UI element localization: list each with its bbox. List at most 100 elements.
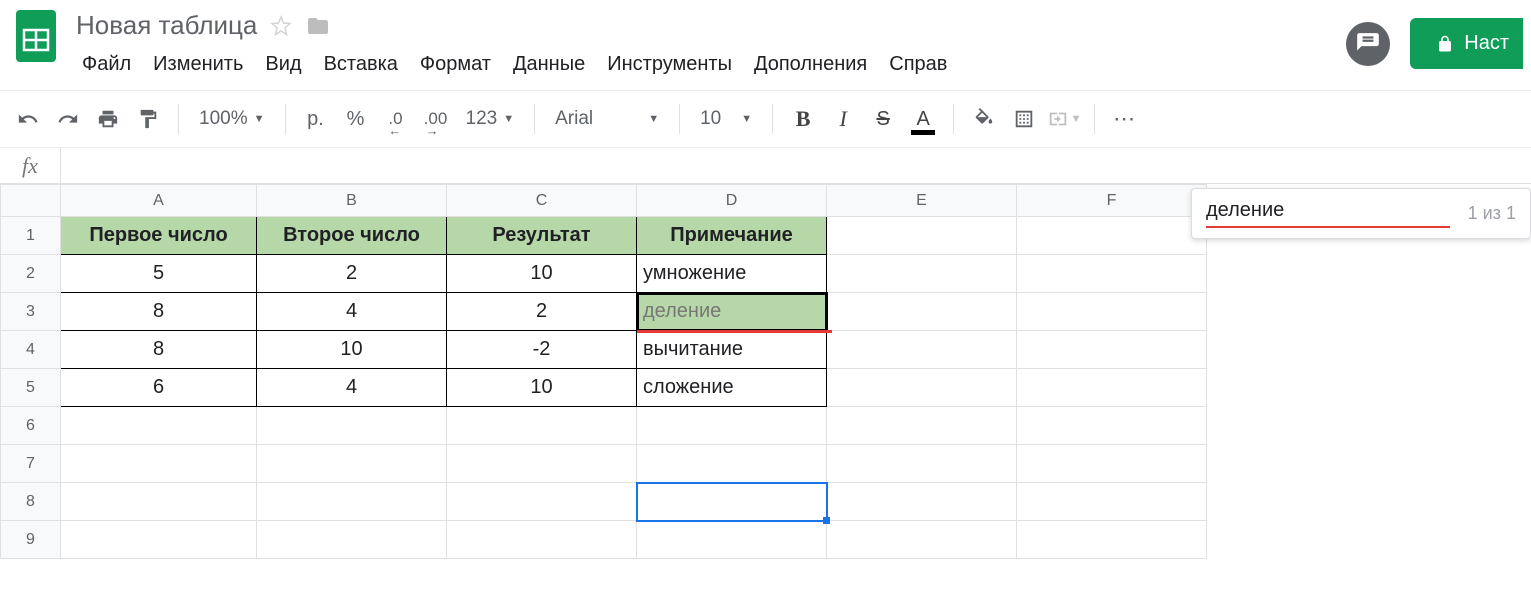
cell[interactable] — [1017, 293, 1207, 331]
borders-button[interactable] — [1006, 101, 1042, 137]
row-header[interactable]: 5 — [1, 369, 61, 407]
cell[interactable] — [827, 407, 1017, 445]
table-header[interactable]: Результат — [447, 217, 637, 255]
font-size-dropdown[interactable]: 10▼ — [692, 101, 760, 137]
menu-file[interactable]: Файл — [72, 47, 141, 82]
cell[interactable] — [61, 445, 257, 483]
row-header[interactable]: 4 — [1, 331, 61, 369]
col-header-E[interactable]: E — [827, 185, 1017, 217]
cell[interactable] — [1017, 369, 1207, 407]
menu-edit[interactable]: Изменить — [143, 47, 253, 82]
row-header[interactable]: 9 — [1, 521, 61, 559]
menu-format[interactable]: Формат — [410, 47, 501, 82]
document-title[interactable]: Новая таблица — [76, 10, 257, 41]
table-header[interactable]: Первое число — [61, 217, 257, 255]
cell[interactable] — [447, 483, 637, 521]
redo-button[interactable] — [50, 101, 86, 137]
folder-icon[interactable] — [305, 14, 331, 38]
menu-help[interactable]: Справ — [879, 47, 957, 82]
row-header[interactable]: 2 — [1, 255, 61, 293]
cell[interactable]: 4 — [257, 293, 447, 331]
row-header[interactable]: 8 — [1, 483, 61, 521]
fill-color-button[interactable] — [966, 101, 1002, 137]
merge-button[interactable]: ▼ — [1046, 101, 1082, 137]
cell[interactable] — [827, 293, 1017, 331]
cell[interactable] — [1017, 255, 1207, 293]
cell[interactable]: 8 — [61, 331, 257, 369]
cell[interactable]: 5 — [61, 255, 257, 293]
cell[interactable] — [1017, 407, 1207, 445]
cell[interactable]: 10 — [257, 331, 447, 369]
menu-addons[interactable]: Дополнения — [744, 47, 877, 82]
cell[interactable] — [1017, 445, 1207, 483]
cell[interactable] — [637, 407, 827, 445]
strikethrough-button[interactable]: S — [865, 101, 901, 137]
table-header[interactable]: Второе число — [257, 217, 447, 255]
cell[interactable]: 10 — [447, 255, 637, 293]
row-header[interactable]: 1 — [1, 217, 61, 255]
fill-handle[interactable] — [823, 517, 830, 524]
select-all-corner[interactable] — [1, 185, 61, 217]
col-header-C[interactable]: C — [447, 185, 637, 217]
col-header-F[interactable]: F — [1017, 185, 1207, 217]
cell[interactable] — [637, 521, 827, 559]
increase-decimal-button[interactable]: .00→ — [418, 101, 454, 137]
cell[interactable] — [1017, 217, 1207, 255]
bold-button[interactable]: B — [785, 101, 821, 137]
cell[interactable]: 2 — [257, 255, 447, 293]
sheets-logo[interactable] — [8, 8, 64, 64]
zoom-dropdown[interactable]: 100%▼ — [191, 101, 273, 137]
cell[interactable] — [827, 521, 1017, 559]
cell[interactable] — [447, 407, 637, 445]
cell[interactable] — [827, 483, 1017, 521]
cell[interactable] — [827, 331, 1017, 369]
italic-button[interactable]: I — [825, 101, 861, 137]
cell[interactable]: вычитание — [637, 331, 827, 369]
cell[interactable] — [257, 407, 447, 445]
percent-button[interactable]: % — [338, 101, 374, 137]
paint-format-button[interactable] — [130, 101, 166, 137]
cell[interactable]: 2 — [447, 293, 637, 331]
cell[interactable] — [637, 445, 827, 483]
cell[interactable]: 6 — [61, 369, 257, 407]
menu-tools[interactable]: Инструменты — [597, 47, 742, 82]
row-header[interactable]: 7 — [1, 445, 61, 483]
comments-button[interactable] — [1346, 22, 1390, 66]
cell[interactable] — [257, 483, 447, 521]
menu-data[interactable]: Данные — [503, 47, 595, 82]
text-color-button[interactable]: A — [905, 101, 941, 137]
found-cell[interactable]: деление — [637, 293, 827, 331]
cell[interactable] — [257, 521, 447, 559]
row-header[interactable]: 6 — [1, 407, 61, 445]
cell[interactable] — [827, 369, 1017, 407]
undo-button[interactable] — [10, 101, 46, 137]
number-format-dropdown[interactable]: 123▼ — [458, 101, 523, 137]
cell[interactable]: умножение — [637, 255, 827, 293]
share-button[interactable]: Наст — [1410, 18, 1523, 69]
cell[interactable] — [827, 255, 1017, 293]
cell[interactable]: -2 — [447, 331, 637, 369]
cell[interactable] — [447, 521, 637, 559]
cell[interactable]: 10 — [447, 369, 637, 407]
cell[interactable] — [1017, 483, 1207, 521]
formula-input[interactable] — [60, 148, 1531, 183]
cell[interactable] — [61, 483, 257, 521]
col-header-A[interactable]: A — [61, 185, 257, 217]
find-input[interactable] — [1206, 199, 1450, 228]
col-header-D[interactable]: D — [637, 185, 827, 217]
cell[interactable]: 8 — [61, 293, 257, 331]
table-header[interactable]: Примечание — [637, 217, 827, 255]
cell[interactable] — [1017, 331, 1207, 369]
active-cell[interactable] — [637, 483, 827, 521]
col-header-B[interactable]: B — [257, 185, 447, 217]
decrease-decimal-button[interactable]: .0← — [378, 101, 414, 137]
cell[interactable]: 4 — [257, 369, 447, 407]
print-button[interactable] — [90, 101, 126, 137]
cell[interactable]: сложение — [637, 369, 827, 407]
star-icon[interactable] — [269, 14, 293, 38]
cell[interactable] — [827, 445, 1017, 483]
menu-insert[interactable]: Вставка — [314, 47, 408, 82]
font-dropdown[interactable]: Arial▼ — [547, 101, 667, 137]
row-header[interactable]: 3 — [1, 293, 61, 331]
cell[interactable] — [61, 407, 257, 445]
